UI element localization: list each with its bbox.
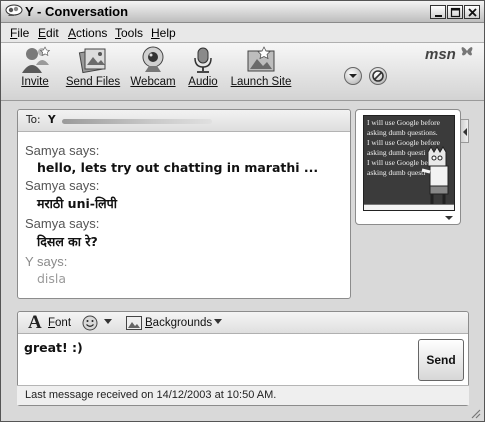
status-text: Last message received on 14/12/2003 at 1… bbox=[25, 389, 277, 401]
invite-label: Invite bbox=[21, 76, 49, 88]
message-sender: Y says: bbox=[25, 254, 68, 269]
to-bar: To: Y bbox=[18, 110, 350, 132]
chevron-left-icon bbox=[463, 128, 467, 136]
block-icon bbox=[372, 70, 384, 82]
backgrounds-button[interactable]: Backgrounds bbox=[145, 317, 212, 329]
title-bar[interactable]: Y - Conversation bbox=[1, 1, 484, 23]
menu-edit[interactable]: Edit bbox=[38, 26, 59, 40]
chevron-down-icon[interactable] bbox=[444, 214, 454, 222]
message-text: disla bbox=[37, 271, 67, 286]
message-sender: Samya says: bbox=[25, 143, 100, 158]
message-text: दिसल का रे? bbox=[37, 234, 98, 249]
launch-site-button[interactable]: Launch Site bbox=[229, 45, 293, 88]
webcam-icon bbox=[142, 46, 164, 72]
close-button[interactable] bbox=[464, 5, 480, 19]
message-list: Samya says: hello, lets try out chatting… bbox=[25, 142, 345, 288]
maximize-icon bbox=[450, 7, 461, 18]
menu-help[interactable]: Help bbox=[151, 26, 176, 40]
board-line: asking dumb questions. bbox=[367, 128, 438, 137]
invite-people-icon bbox=[22, 46, 51, 73]
send-files-icon bbox=[78, 48, 106, 74]
message-input[interactable]: great! :) bbox=[24, 340, 83, 355]
status-bar: Last message received on 14/12/2003 at 1… bbox=[17, 385, 469, 405]
backgrounds-picture-icon[interactable] bbox=[126, 316, 142, 330]
send-button-label: Send bbox=[426, 353, 456, 367]
menu-file[interactable]: File bbox=[10, 26, 29, 40]
contact-email-redacted bbox=[62, 119, 212, 124]
menu-tools[interactable]: Tools bbox=[115, 26, 143, 40]
toolbar: Invite Send Files Webcam Audio Launch Si… bbox=[1, 43, 484, 101]
msn-logo: msn bbox=[425, 46, 456, 63]
board-line: asking dumb questi bbox=[367, 148, 426, 157]
cartoon-kid-icon bbox=[421, 146, 449, 204]
resize-grip-icon[interactable] bbox=[469, 407, 481, 419]
display-picture[interactable]: I will use Google before asking dumb que… bbox=[355, 109, 461, 225]
message-sender: Samya says: bbox=[25, 178, 100, 193]
board-line: I will use Google before bbox=[367, 118, 440, 127]
menu-actions[interactable]: Actions bbox=[68, 26, 107, 40]
audio-button[interactable]: Audio bbox=[183, 45, 223, 88]
maximize-button[interactable] bbox=[447, 5, 463, 19]
send-files-button[interactable]: Send Files bbox=[63, 45, 123, 88]
font-button[interactable]: Font bbox=[48, 317, 71, 329]
webcam-button[interactable]: Webcam bbox=[129, 45, 177, 88]
message-text: मराठी uni-लिपी bbox=[37, 196, 117, 211]
launch-site-icon bbox=[247, 46, 275, 72]
msn-butterfly-icon bbox=[461, 47, 473, 56]
send-files-label: Send Files bbox=[65, 76, 121, 88]
messenger-people-icon bbox=[5, 4, 23, 16]
invite-button[interactable]: Invite bbox=[15, 45, 55, 88]
webcam-label: Webcam bbox=[130, 76, 176, 88]
close-icon bbox=[468, 8, 477, 17]
toolbar-more-button[interactable] bbox=[344, 67, 362, 85]
board-line: I will use Google be bbox=[367, 158, 428, 167]
format-toolbar: A Font Backgrounds bbox=[18, 312, 468, 334]
conversation-window: Y - Conversation File Edit Actions Tools… bbox=[0, 0, 485, 422]
emoticon-smiley-icon[interactable] bbox=[82, 315, 98, 331]
message-sender: Samya says: bbox=[25, 216, 100, 231]
collapse-pane-tab[interactable] bbox=[461, 119, 469, 143]
board-floor bbox=[364, 204, 454, 210]
conversation-history[interactable]: To: Y Samya says: hello, lets try out ch… bbox=[17, 109, 351, 299]
launch-site-label: Launch Site bbox=[230, 76, 292, 88]
audio-label: Audio bbox=[188, 76, 218, 88]
to-label: To: bbox=[26, 114, 41, 126]
emoticon-dropdown-icon[interactable] bbox=[104, 319, 112, 324]
font-icon[interactable]: A bbox=[28, 312, 42, 334]
backgrounds-dropdown-icon[interactable] bbox=[214, 319, 222, 324]
chevron-down-icon bbox=[349, 74, 357, 78]
chalkboard-picture: I will use Google before asking dumb que… bbox=[363, 115, 455, 211]
board-line: asking dumb questi bbox=[367, 168, 426, 177]
message-text: hello, lets try out chatting in marathi … bbox=[37, 160, 319, 175]
contact-name: Y bbox=[48, 114, 56, 126]
minimize-button[interactable] bbox=[430, 5, 446, 19]
minimize-icon bbox=[435, 15, 442, 17]
menu-bar: File Edit Actions Tools Help bbox=[1, 23, 484, 43]
send-button[interactable]: Send bbox=[418, 339, 464, 381]
microphone-icon bbox=[194, 47, 212, 73]
window-title: Y - Conversation bbox=[25, 4, 129, 19]
block-button[interactable] bbox=[369, 67, 387, 85]
